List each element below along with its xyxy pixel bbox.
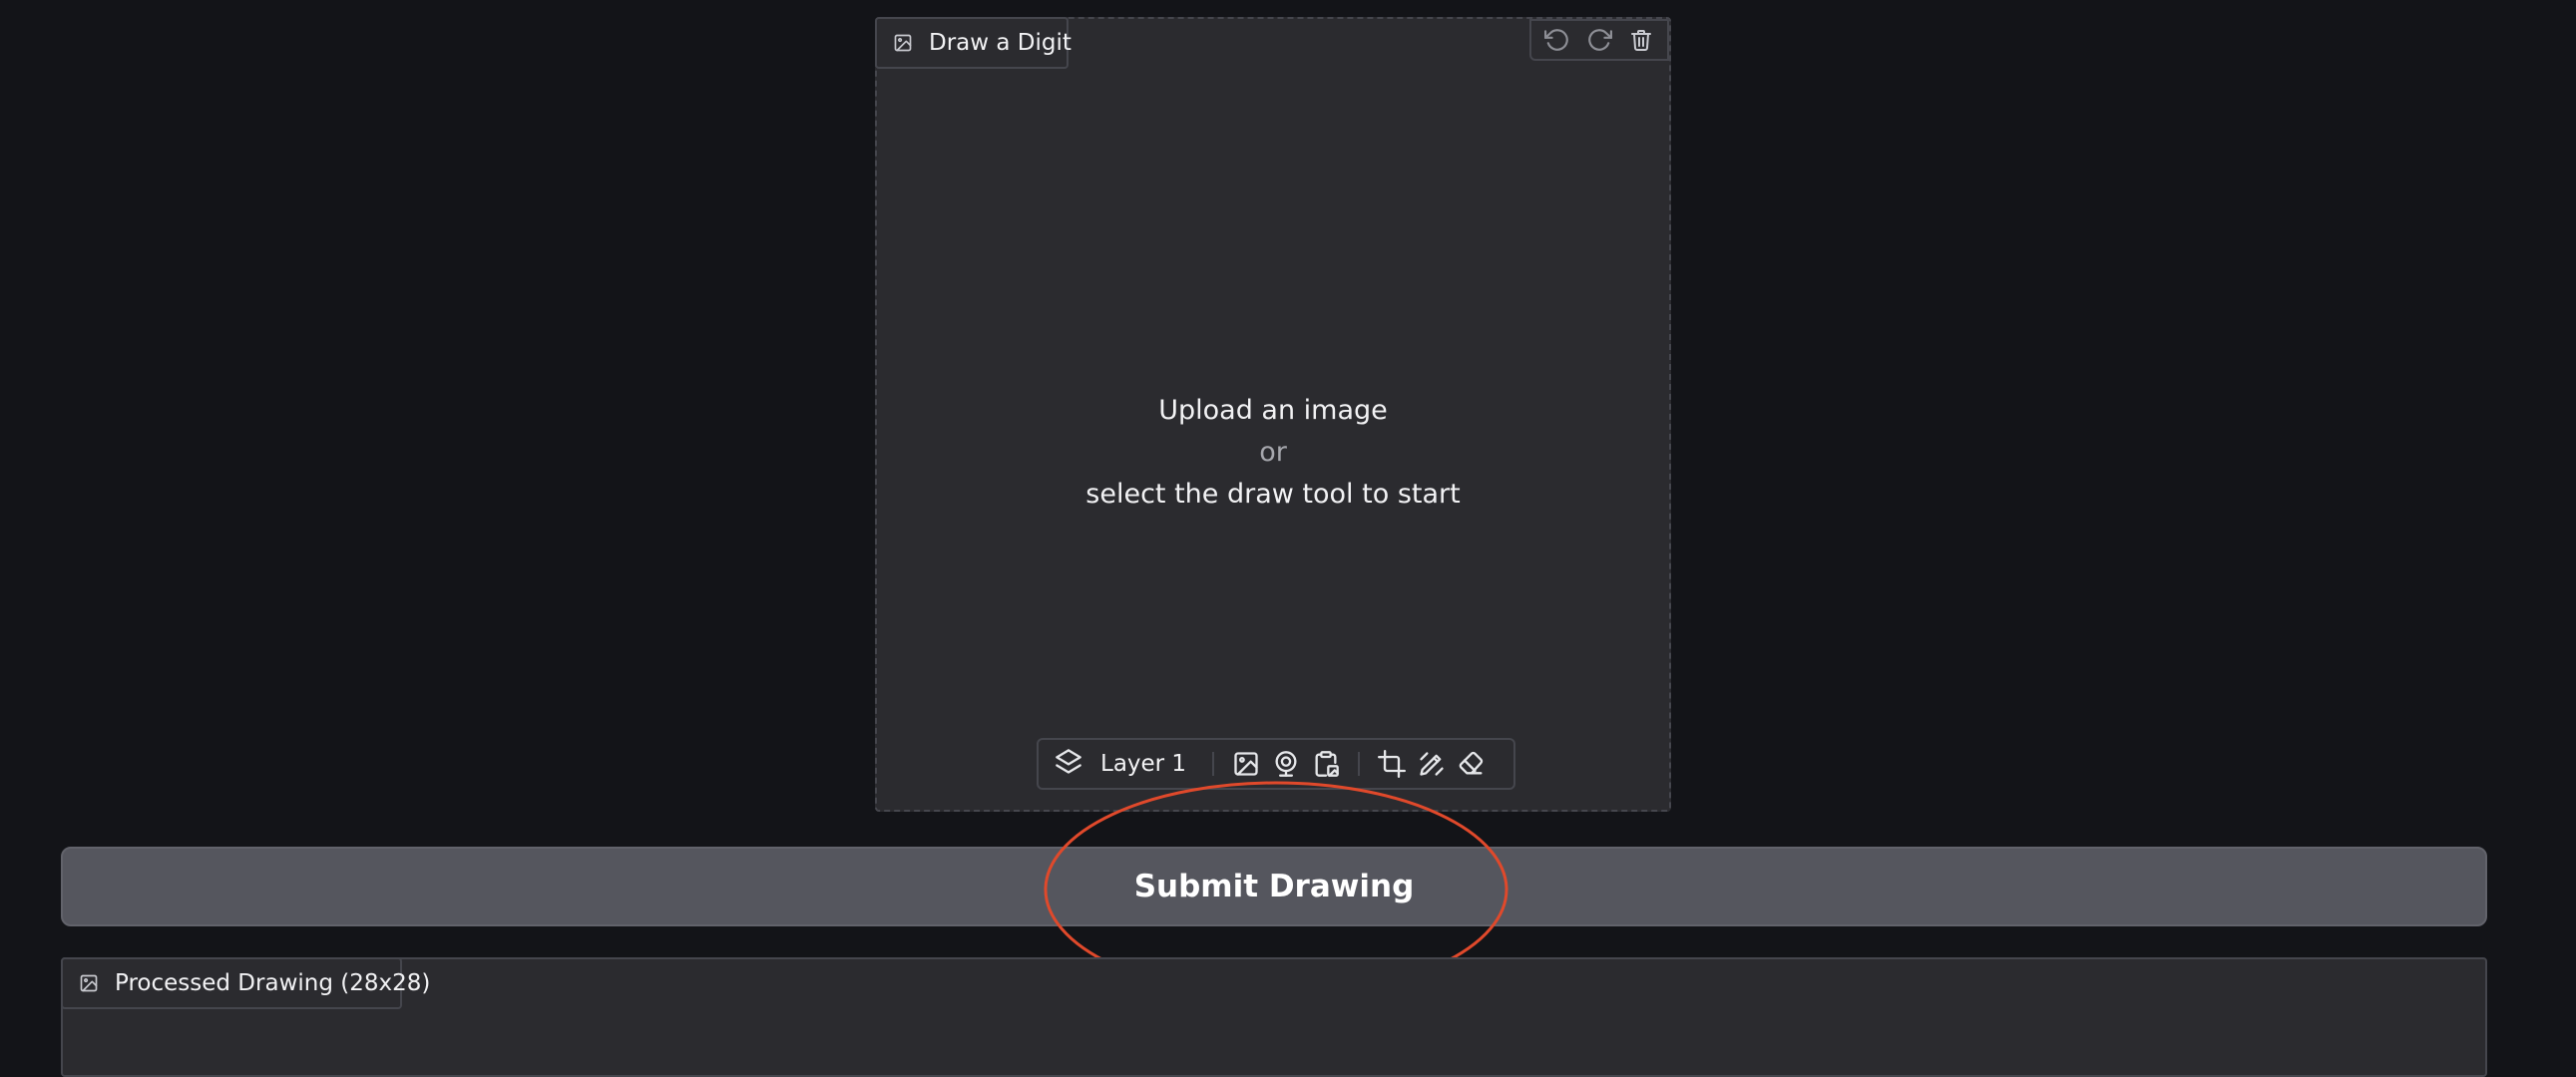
undo-button[interactable] (1537, 21, 1577, 59)
toolbar-divider (1358, 752, 1361, 776)
crop-icon (1378, 750, 1407, 778)
layer-label: Layer 1 (1100, 751, 1187, 777)
upload-image-icon (1232, 750, 1260, 778)
placeholder-line-upload: Upload an image (1158, 395, 1388, 426)
image-icon (893, 33, 913, 53)
editor-label: Draw a Digit (875, 17, 1072, 69)
brush-button[interactable] (1412, 745, 1452, 783)
paste-clipboard-button[interactable] (1306, 745, 1346, 783)
eraser-icon (1458, 750, 1486, 778)
image-icon (79, 973, 99, 993)
redo-button[interactable] (1579, 21, 1619, 59)
history-toolbar (1529, 19, 1669, 61)
paste-clipboard-icon (1312, 750, 1340, 778)
placeholder-line-or: or (1259, 437, 1287, 468)
brush-icon (1418, 750, 1446, 778)
undo-icon (1544, 27, 1570, 53)
redo-icon (1586, 27, 1612, 53)
crop-button[interactable] (1372, 745, 1412, 783)
image-editor[interactable]: Draw a Digit Upload an image or select t… (875, 17, 1671, 812)
webcam-button[interactable] (1266, 745, 1306, 783)
editor-label-text: Draw a Digit (929, 30, 1072, 56)
placeholder-line-draw: select the draw tool to start (1085, 479, 1461, 510)
upload-image-button[interactable] (1226, 745, 1266, 783)
output-label: Processed Drawing (28x28) (61, 957, 430, 1009)
clear-button[interactable] (1621, 21, 1661, 59)
toolbar-divider (1212, 752, 1215, 776)
eraser-button[interactable] (1452, 745, 1492, 783)
submit-drawing-label: Submit Drawing (1133, 869, 1415, 904)
layers-icon (1055, 748, 1082, 780)
output-label-text: Processed Drawing (28x28) (115, 970, 431, 996)
webcam-icon (1272, 750, 1300, 778)
submit-drawing-button[interactable]: Submit Drawing (61, 847, 2487, 926)
upload-placeholder[interactable]: Upload an image or select the draw tool … (877, 390, 1669, 516)
draw-toolbar: Layer 1 (1037, 738, 1515, 790)
trash-icon (1629, 27, 1653, 53)
layer-selector[interactable]: Layer 1 (1055, 748, 1200, 780)
processed-drawing-panel: Processed Drawing (28x28) (61, 957, 2487, 1077)
